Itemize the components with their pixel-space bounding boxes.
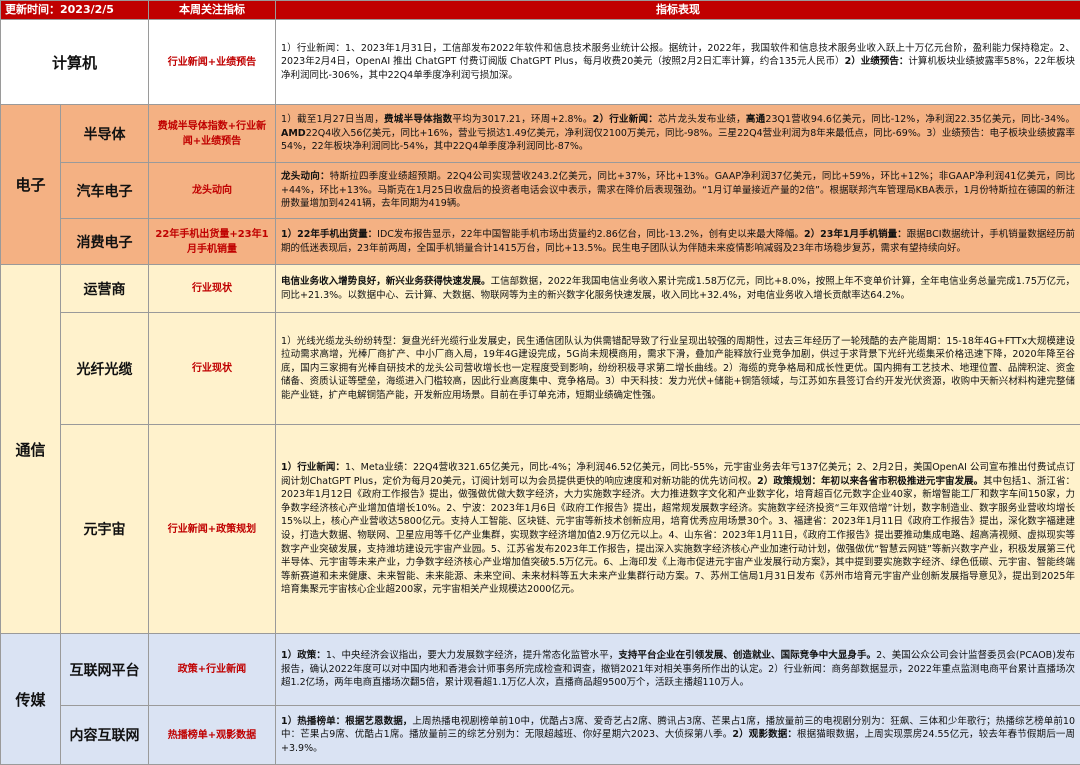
performance-operator: 电信业务收入增势良好，新兴业务获得快速发展。工信部数据，2022年我国电信业务收… — [276, 265, 1080, 313]
indicator-consumer-electronics: 22年手机出货量+23年1月手机销量 — [149, 219, 276, 265]
indicator-semiconductor: 费城半导体指数+行业新闻+业绩预告 — [149, 105, 276, 163]
indicator-fiber: 行业现状 — [149, 313, 276, 425]
table-row-computer: 计算机 行业新闻+业绩预告 1）行业新闻：1、2023年1月31日，工信部发布2… — [1, 20, 1080, 105]
category-media: 传媒 — [1, 634, 61, 765]
performance-internet-platform: 1）政策：1、中央经济会议指出，要大力发展数字经济，提升常态化监管水平，支持平台… — [276, 634, 1080, 706]
performance-computer: 1）行业新闻：1、2023年1月31日，工信部发布2022年软件和信息技术服务业… — [276, 20, 1080, 105]
table-header-row: 更新时间：2023/2/5 本周关注指标 指标表现 — [1, 1, 1080, 20]
subcategory-content-internet: 内容互联网 — [61, 706, 149, 765]
table-row-metaverse: 元宇宙 行业新闻+政策规划 1）行业新闻：1、Meta业绩：22Q4营收321.… — [1, 425, 1080, 634]
indicator-table: 更新时间：2023/2/5 本周关注指标 指标表现 计算机 行业新闻+业绩预告 … — [0, 0, 1080, 765]
indicator-operator: 行业现状 — [149, 265, 276, 313]
indicator-computer: 行业新闻+业绩预告 — [149, 20, 276, 105]
subcategory-auto-electronics: 汽车电子 — [61, 163, 149, 219]
indicator-header: 本周关注指标 — [149, 1, 276, 20]
table-row-operator: 通信 运营商 行业现状 电信业务收入增势良好，新兴业务获得快速发展。工信部数据，… — [1, 265, 1080, 313]
subcategory-consumer-electronics: 消费电子 — [61, 219, 149, 265]
performance-consumer-electronics: 1）22年手机出货量：IDC发布报告显示，22年中国智能手机市场出货量约2.86… — [276, 219, 1080, 265]
table-row-fiber: 光纤光缆 行业现状 1）光线光缆龙头纷纷转型：复盘光纤光缆行业发展史，民生通信团… — [1, 313, 1080, 425]
indicator-auto-electronics: 龙头动向 — [149, 163, 276, 219]
category-computer: 计算机 — [1, 20, 149, 105]
category-electronics: 电子 — [1, 105, 61, 265]
subcategory-fiber: 光纤光缆 — [61, 313, 149, 425]
performance-semiconductor: 1）截至1月27日当周，费城半导体指数平均为3017.21，环周+2.8%。2）… — [276, 105, 1080, 163]
performance-metaverse: 1）行业新闻：1、Meta业绩：22Q4营收321.65亿美元，同比-4%；净利… — [276, 425, 1080, 634]
table-row-internet-platform: 传媒 互联网平台 政策+行业新闻 1）政策：1、中央经济会议指出，要大力发展数字… — [1, 634, 1080, 706]
indicator-metaverse: 行业新闻+政策规划 — [149, 425, 276, 634]
indicator-internet-platform: 政策+行业新闻 — [149, 634, 276, 706]
performance-content-internet: 1）热播榜单：根据艺恩数据，上周热播电视剧榜单前10中，优酷占3席、爱奇艺占2席… — [276, 706, 1080, 765]
update-time-header: 更新时间：2023/2/5 — [1, 1, 149, 20]
performance-auto-electronics: 龙头动向：特斯拉四季度业绩超预期。22Q4公司实现营收243.2亿美元，同比+3… — [276, 163, 1080, 219]
indicator-content-internet: 热播榜单+观影数据 — [149, 706, 276, 765]
performance-header: 指标表现 — [276, 1, 1080, 20]
subcategory-metaverse: 元宇宙 — [61, 425, 149, 634]
subcategory-internet-platform: 互联网平台 — [61, 634, 149, 706]
subcategory-semiconductor: 半导体 — [61, 105, 149, 163]
table-row-auto-electronics: 汽车电子 龙头动向 龙头动向：特斯拉四季度业绩超预期。22Q4公司实现营收243… — [1, 163, 1080, 219]
performance-fiber: 1）光线光缆龙头纷纷转型：复盘光纤光缆行业发展史，民生通信团队认为供需错配导致了… — [276, 313, 1080, 425]
table-row-semiconductor: 电子 半导体 费城半导体指数+行业新闻+业绩预告 1）截至1月27日当周，费城半… — [1, 105, 1080, 163]
table-row-consumer-electronics: 消费电子 22年手机出货量+23年1月手机销量 1）22年手机出货量：IDC发布… — [1, 219, 1080, 265]
category-telecom: 通信 — [1, 265, 61, 634]
table-row-content-internet: 内容互联网 热播榜单+观影数据 1）热播榜单：根据艺恩数据，上周热播电视剧榜单前… — [1, 706, 1080, 765]
subcategory-operator: 运营商 — [61, 265, 149, 313]
